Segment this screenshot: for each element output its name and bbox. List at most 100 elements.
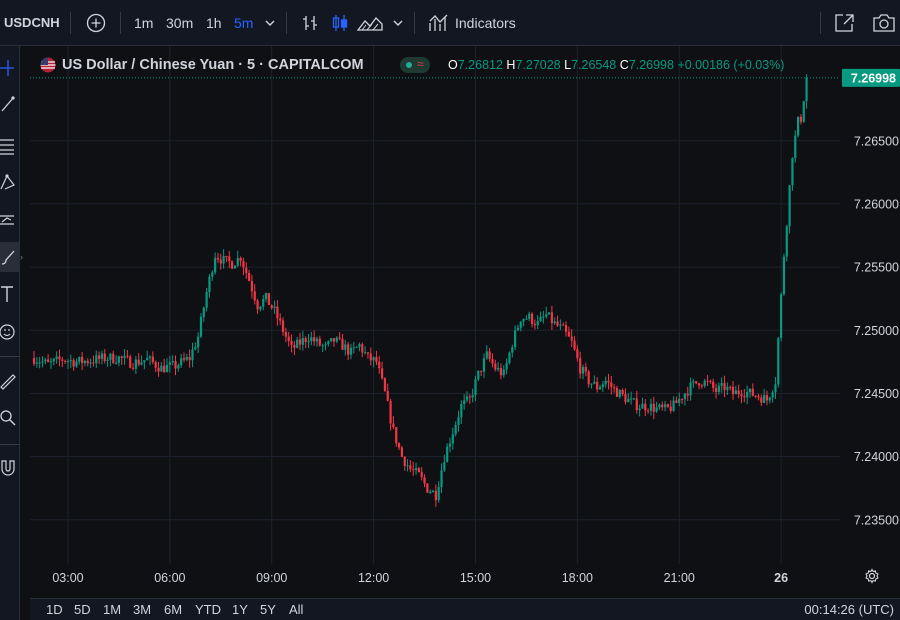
chevron-down-icon[interactable] <box>264 18 276 28</box>
zoom-icon[interactable] <box>0 408 16 428</box>
candle-body <box>771 392 774 398</box>
candle-body <box>389 400 392 424</box>
magnet-icon[interactable] <box>0 458 16 478</box>
candle-body <box>729 386 732 388</box>
candle-body <box>157 367 160 372</box>
chevron-right-icon[interactable]: › <box>20 252 23 262</box>
candle-body <box>587 371 590 385</box>
indicators-icon[interactable] <box>428 13 450 33</box>
candle-body <box>47 359 50 363</box>
candle-body <box>655 407 658 412</box>
candle-body <box>154 362 157 368</box>
range-ytd-button[interactable]: YTD <box>195 602 221 617</box>
candle-body <box>440 470 443 488</box>
candle-body <box>143 360 146 363</box>
candle-body <box>697 383 701 386</box>
range-6m-button[interactable]: 6M <box>164 602 182 617</box>
range-5y-button[interactable]: 5Y <box>260 602 276 617</box>
candle-body <box>120 356 123 359</box>
crosshair-icon[interactable] <box>0 58 16 78</box>
camera-icon[interactable] <box>872 13 896 33</box>
trend-line-icon[interactable] <box>0 94 16 114</box>
candle-body <box>672 400 675 411</box>
emoji-icon[interactable] <box>0 322 16 342</box>
candle-body <box>613 387 616 389</box>
indicators-button[interactable]: Indicators <box>455 0 516 46</box>
fib-retracement-icon[interactable] <box>0 136 16 156</box>
y-tick-label: 7.24500 <box>854 387 899 401</box>
candle-body <box>644 403 647 411</box>
candle-body <box>610 382 613 388</box>
candle-body <box>760 397 763 403</box>
candle-body <box>126 355 129 357</box>
range-1y-button[interactable]: 1Y <box>232 602 248 617</box>
fullscreen-icon[interactable] <box>834 13 856 33</box>
candle-body <box>219 259 222 264</box>
candle-body <box>528 313 531 319</box>
area-chart-type-icon[interactable] <box>357 13 383 33</box>
candle-body <box>630 398 633 400</box>
candle-body <box>720 383 723 386</box>
candle-body <box>412 469 415 471</box>
candle-body <box>236 257 239 266</box>
chevron-down-icon[interactable] <box>392 18 404 28</box>
utc-clock[interactable]: 00:14:26 (UTC) <box>804 602 894 617</box>
chart-grid <box>30 46 840 564</box>
candle-body <box>296 339 299 348</box>
x-tick-label: 03:00 <box>52 571 83 585</box>
candle-body <box>443 462 446 471</box>
range-1m-button[interactable]: 1M <box>103 602 121 617</box>
range-3m-button[interactable]: 3M <box>133 602 151 617</box>
chart-settings-gear-icon[interactable] <box>864 568 880 584</box>
x-tick-label: 15:00 <box>460 571 491 585</box>
candle-body <box>740 394 743 397</box>
candle-body <box>358 344 361 347</box>
candle-body <box>304 338 307 343</box>
candle-body <box>474 379 477 396</box>
candle-body <box>112 353 115 363</box>
candle-body <box>717 385 720 392</box>
candle-body <box>768 397 771 401</box>
brush-tool-icon[interactable] <box>0 248 16 268</box>
pattern-tool-icon[interactable] <box>0 172 16 192</box>
candle-body <box>49 361 53 363</box>
candle-body <box>347 344 350 355</box>
range-5d-button[interactable]: 5D <box>74 602 91 617</box>
range-all-button[interactable]: All <box>289 602 303 617</box>
chart-canvas[interactable]: 7.26998 7.26500 7.26000 7.25500 7.25000 7.24… <box>30 46 900 598</box>
interval-5m-button[interactable]: 5m <box>234 0 253 46</box>
interval-30m-button[interactable]: 30m <box>166 0 193 46</box>
candle-body <box>573 340 576 350</box>
prediction-tool-icon[interactable] <box>0 210 16 230</box>
top-toolbar: USDCNH 1m 30m 1h 5m Indicators <box>0 0 900 46</box>
candle-body <box>395 427 398 444</box>
us-flag-icon <box>40 57 56 73</box>
candle-body <box>737 390 740 395</box>
x-tick-label: 26 <box>774 571 788 585</box>
candle-body <box>216 257 220 260</box>
range-1d-button[interactable]: 1D <box>46 602 63 617</box>
interval-1m-button[interactable]: 1m <box>134 0 153 46</box>
candle-body <box>545 314 548 317</box>
market-status-pill[interactable]: ≈ <box>400 57 430 73</box>
bar-chart-type-icon[interactable] <box>300 13 320 33</box>
candle-body <box>168 362 171 366</box>
price-chart[interactable]: 7.26998 7.26500 7.26000 7.25500 7.25000 7.24… <box>30 46 900 598</box>
candle-body <box>675 400 678 403</box>
candle-body <box>97 355 101 359</box>
symbol-search-button[interactable]: USDCNH <box>4 0 60 46</box>
candle-body <box>683 393 686 400</box>
ruler-icon[interactable] <box>0 370 16 390</box>
candle-body <box>663 404 667 408</box>
candle-body <box>129 356 132 368</box>
candles-chart-type-icon[interactable] <box>330 13 350 33</box>
candle-body <box>32 358 36 364</box>
candle-body <box>562 324 565 326</box>
candle-body <box>324 344 327 346</box>
candle-body <box>477 370 480 380</box>
candle-body <box>233 265 237 269</box>
compare-add-icon[interactable] <box>86 13 106 33</box>
text-tool-icon[interactable] <box>0 284 16 304</box>
candle-body <box>743 396 746 398</box>
interval-1h-button[interactable]: 1h <box>206 0 222 46</box>
